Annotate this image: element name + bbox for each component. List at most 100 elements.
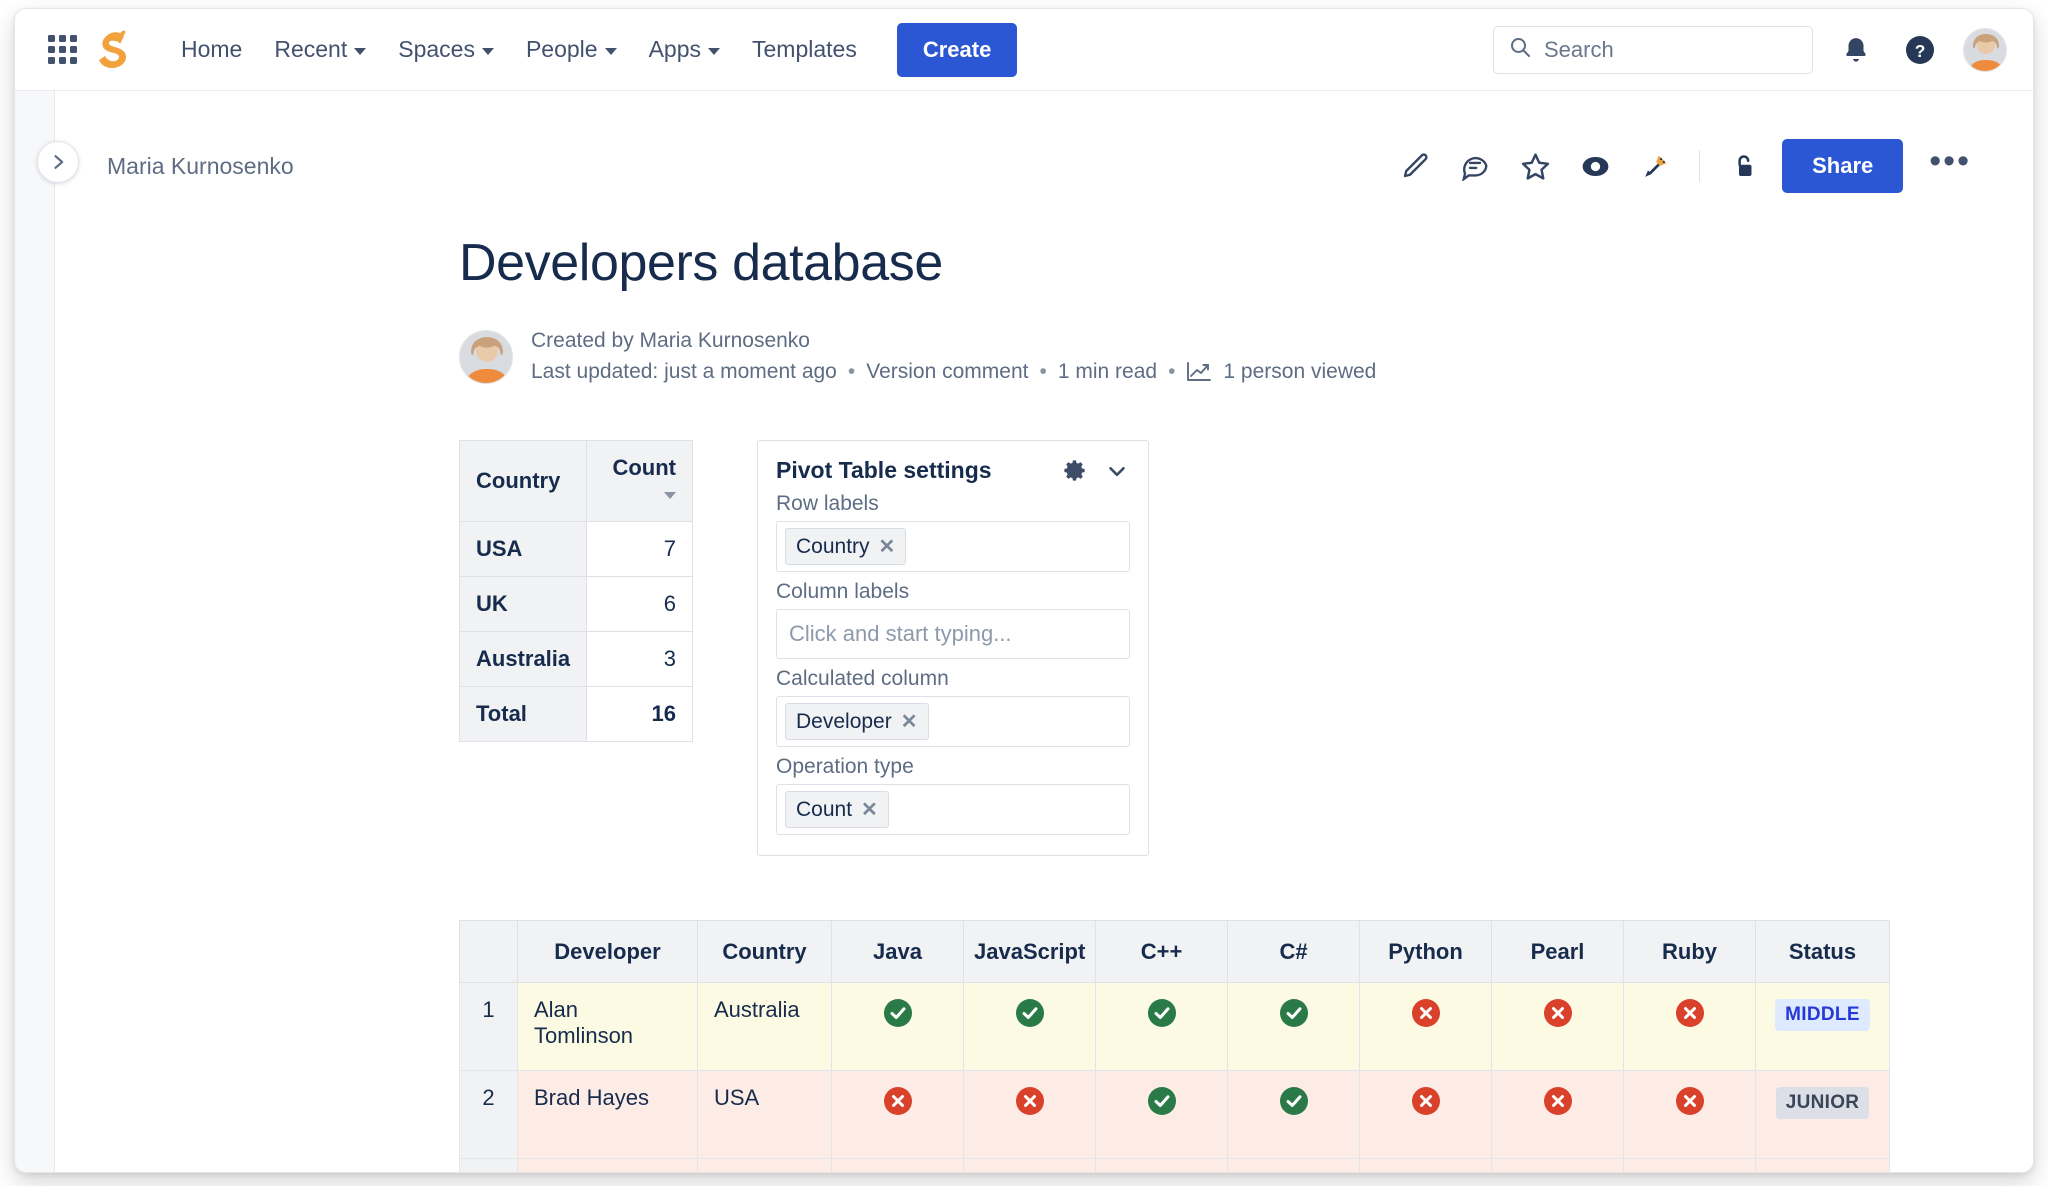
check-icon [1148,1087,1176,1115]
cell-skill[interactable] [1624,1071,1756,1159]
devtable-header-javascript[interactable]: JavaScript [964,921,1096,983]
devtable-header-python[interactable]: Python [1360,921,1492,983]
cell-skill[interactable] [832,1159,964,1173]
article-meta: Created by Maria Kurnosenko Last updated… [459,329,1993,384]
comment-icon[interactable] [1453,144,1497,188]
nav-item-people[interactable]: People [512,26,631,73]
table-row: Australia 3 [460,632,693,687]
pivot-header-count[interactable]: Count [587,441,693,522]
cell-skill[interactable] [1096,1071,1228,1159]
cell-developer[interactable]: Catherine Lauri [518,1159,698,1173]
calculated-column-field[interactable]: Developer ✕ [776,696,1130,747]
cell-status[interactable]: SENIOR [1756,1159,1890,1173]
search-input[interactable] [1544,37,1798,63]
row-labels-field[interactable]: Country ✕ [776,521,1130,572]
cross-icon [1676,999,1704,1027]
star-icon[interactable] [1513,144,1557,188]
sidebar-expand-button[interactable] [37,141,79,183]
devtable-header-developer[interactable]: Developer [518,921,698,983]
bell-icon[interactable] [1835,29,1877,71]
operation-type-field[interactable]: Count ✕ [776,784,1130,835]
watch-eye-icon[interactable] [1573,144,1617,188]
cell-skill[interactable] [1096,983,1228,1071]
nav-label: People [526,36,598,63]
cell-skill[interactable] [964,983,1096,1071]
chip-remove-icon[interactable]: ✕ [861,797,878,822]
cell-skill[interactable] [1360,983,1492,1071]
unlock-icon[interactable] [1722,144,1766,188]
cell-skill[interactable] [1492,1159,1624,1173]
pivot-header-country[interactable]: Country [460,441,587,522]
nav-item-spaces[interactable]: Spaces [384,26,508,73]
cell-status[interactable]: JUNIOR [1756,1071,1890,1159]
devtable-header-status[interactable]: Status [1756,921,1890,983]
created-by-text: Created by Maria Kurnosenko [531,329,810,353]
chip-label: Count [796,798,852,822]
pivot-row-label: USA [460,522,587,577]
cell-status[interactable]: MIDDLE [1756,983,1890,1071]
nav-item-templates[interactable]: Templates [738,26,871,73]
calculated-column-label: Calculated column [776,667,1130,691]
cell-skill[interactable] [1624,1159,1756,1173]
cell-skill[interactable] [964,1071,1096,1159]
share-button[interactable]: Share [1782,139,1903,193]
question-circle-icon[interactable]: ? [1899,29,1941,71]
breadcrumb[interactable]: Maria Kurnosenko [107,153,294,180]
page-header-row: Maria Kurnosenko [55,91,2033,193]
chip-developer[interactable]: Developer ✕ [785,703,929,740]
chevron-down-icon[interactable] [1104,458,1130,484]
cell-skill[interactable] [964,1159,1096,1173]
cell-country[interactable]: Australia [698,983,832,1071]
chip-remove-icon[interactable]: ✕ [901,709,918,734]
cross-icon [1544,1087,1572,1115]
nav-item-home[interactable]: Home [167,26,256,73]
devtable-header-ruby[interactable]: Ruby [1624,921,1756,983]
cross-icon [1676,1087,1704,1115]
chip-remove-icon[interactable]: ✕ [879,534,896,559]
last-updated-text: Last updated: just a moment ago [531,360,837,384]
cell-developer[interactable]: Brad Hayes [518,1071,698,1159]
nav-item-apps[interactable]: Apps [635,26,734,73]
cell-skill[interactable] [832,1071,964,1159]
cell-skill[interactable] [1360,1071,1492,1159]
announce-confetti-icon[interactable] [1633,144,1677,188]
user-avatar[interactable] [1963,28,2007,72]
devtable-header-java[interactable]: Java [832,921,964,983]
column-labels-field[interactable]: Click and start typing... [776,609,1130,659]
cell-skill[interactable] [1096,1159,1228,1173]
devtable-header-cpp[interactable]: C++ [1096,921,1228,983]
cell-skill[interactable] [1492,983,1624,1071]
edit-icon[interactable] [1393,144,1437,188]
devtable-header-pearl[interactable]: Pearl [1492,921,1624,983]
cell-skill[interactable] [1492,1071,1624,1159]
stiltsoft-s-logo[interactable] [93,28,137,72]
devtable-header-csharp[interactable]: C# [1228,921,1360,983]
search-box[interactable] [1493,26,1813,74]
pivot-settings-title: Pivot Table settings [776,457,992,484]
cell-skill[interactable] [1624,983,1756,1071]
cell-skill[interactable] [1228,1159,1360,1173]
cell-skill[interactable] [1360,1159,1492,1173]
create-button[interactable]: Create [897,23,1017,77]
divider [1699,150,1700,182]
chip-country[interactable]: Country ✕ [785,528,906,565]
viewers-link[interactable]: 1 person viewed [1223,360,1376,384]
pivot-settings-header: Pivot Table settings [776,457,1130,484]
pivot-row-value: 7 [587,522,693,577]
cell-skill[interactable] [832,983,964,1071]
nav-item-recent[interactable]: Recent [260,26,380,73]
search-icon [1508,35,1532,64]
sort-descending-caret[interactable] [664,492,676,499]
version-comment-link[interactable]: Version comment [866,360,1028,384]
grid-apps-icon[interactable] [45,33,79,67]
gear-icon[interactable] [1061,457,1088,484]
cell-skill[interactable] [1228,1071,1360,1159]
cell-country[interactable]: USA [698,1159,832,1173]
cell-country[interactable]: USA [698,1071,832,1159]
cell-skill[interactable] [1228,983,1360,1071]
chip-label: Developer [796,710,892,734]
devtable-header-country[interactable]: Country [698,921,832,983]
cell-developer[interactable]: Alan Tomlinson [518,983,698,1071]
more-options-button[interactable]: ••• [1919,146,1981,186]
chip-count[interactable]: Count ✕ [785,791,889,828]
